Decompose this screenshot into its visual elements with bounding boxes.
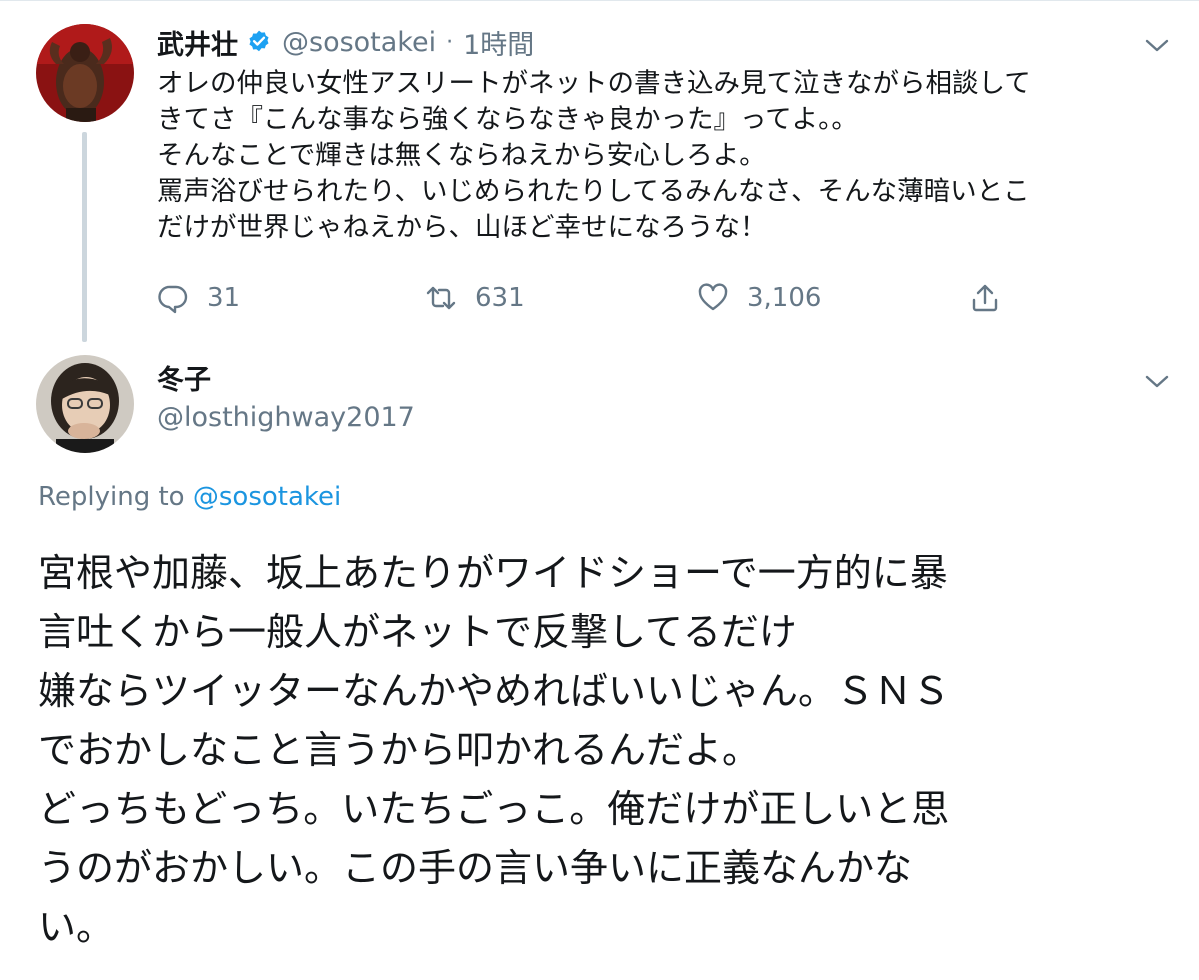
chevron-down-icon[interactable] — [1143, 34, 1171, 56]
avatar[interactable] — [36, 355, 134, 453]
tweet-text-line: い。 — [38, 905, 115, 949]
avatar-photo — [36, 355, 134, 453]
display-name[interactable]: 武井壮 — [157, 23, 238, 62]
top-divider — [0, 0, 1199, 1]
heart-icon — [698, 283, 728, 311]
chevron-down-icon[interactable] — [1143, 370, 1171, 392]
avatar-photo — [36, 24, 134, 122]
user-handle[interactable]: @sosotakei — [282, 27, 436, 58]
reply-button[interactable]: 31 — [157, 276, 240, 320]
timestamp[interactable]: 1時間 — [463, 23, 534, 62]
tweet-text-line: 嫌ならツイッターなんかやめればいいじゃん。ＳＮＳ — [38, 669, 951, 713]
display-name[interactable]: 冬子 — [157, 358, 211, 397]
replying-label: Replying to — [38, 482, 185, 512]
tweet-text-line: うのがおかしい。この手の言い争いに正義なんかな — [38, 846, 913, 890]
tweet-text-line: 宮根や加藤、坂上あたりがワイドショーで一方的に暴 — [38, 551, 948, 595]
tweet-text-line: でおかしなこと言うから叩かれるんだよ。 — [38, 728, 761, 772]
retweet-icon — [426, 286, 456, 310]
tweet-text-line: 罵声浴びせられたり、いじめられたりしてるみんなさ、そんな薄暗いとこ — [157, 176, 1030, 207]
retweet-count: 631 — [475, 283, 525, 313]
share-icon — [972, 284, 998, 312]
replying-to: Replying to @sosotakei — [38, 482, 341, 512]
retweet-button[interactable]: 631 — [425, 276, 525, 320]
like-button[interactable]: 3,106 — [697, 276, 821, 320]
reply-count: 31 — [207, 283, 241, 313]
separator-dot: · — [446, 29, 454, 55]
tweet-actions: 31 631 3,106 — [157, 276, 1037, 320]
tweet-text: 宮根や加藤、坂上あたりがワイドショーで一方的に暴 言吐くから一般人がネットで反撃… — [38, 544, 1178, 957]
tweet-text-line: オレの仲良い女性アスリートがネットの書き込み見て泣きながら相談して — [157, 68, 1031, 99]
avatar[interactable] — [36, 24, 134, 122]
tweet-header: 武井壮 @sosotakei · 1時間 — [157, 22, 534, 62]
tweet-text-line: 言吐くから一般人がネットで反撃してるだけ — [38, 610, 797, 654]
tweet-text-line: どっちもどっち。いたちごっこ。俺だけが正しいと思 — [38, 787, 950, 831]
replying-handle-link[interactable]: @sosotakei — [193, 482, 341, 512]
share-button[interactable] — [969, 276, 1001, 320]
tweet-text-line: そんなことで輝きは無くならねえから安心しろよ。 — [157, 140, 766, 171]
verified-badge-icon — [249, 30, 269, 52]
like-count: 3,106 — [747, 283, 822, 313]
tweet-text-line: だけが世界じゃねえから、山ほど幸せになろうな！ — [157, 212, 767, 243]
tweet-text: オレの仲良い女性アスリートがネットの書き込み見て泣きながら相談して きてさ『こん… — [157, 66, 1157, 246]
thread-line — [82, 132, 87, 342]
tweet-text-line: きてさ『こんな事なら強くならなきゃ良かった』ってよ。。 — [157, 104, 858, 135]
reply-icon — [158, 285, 188, 314]
user-handle[interactable]: @losthighway2017 — [157, 402, 415, 433]
